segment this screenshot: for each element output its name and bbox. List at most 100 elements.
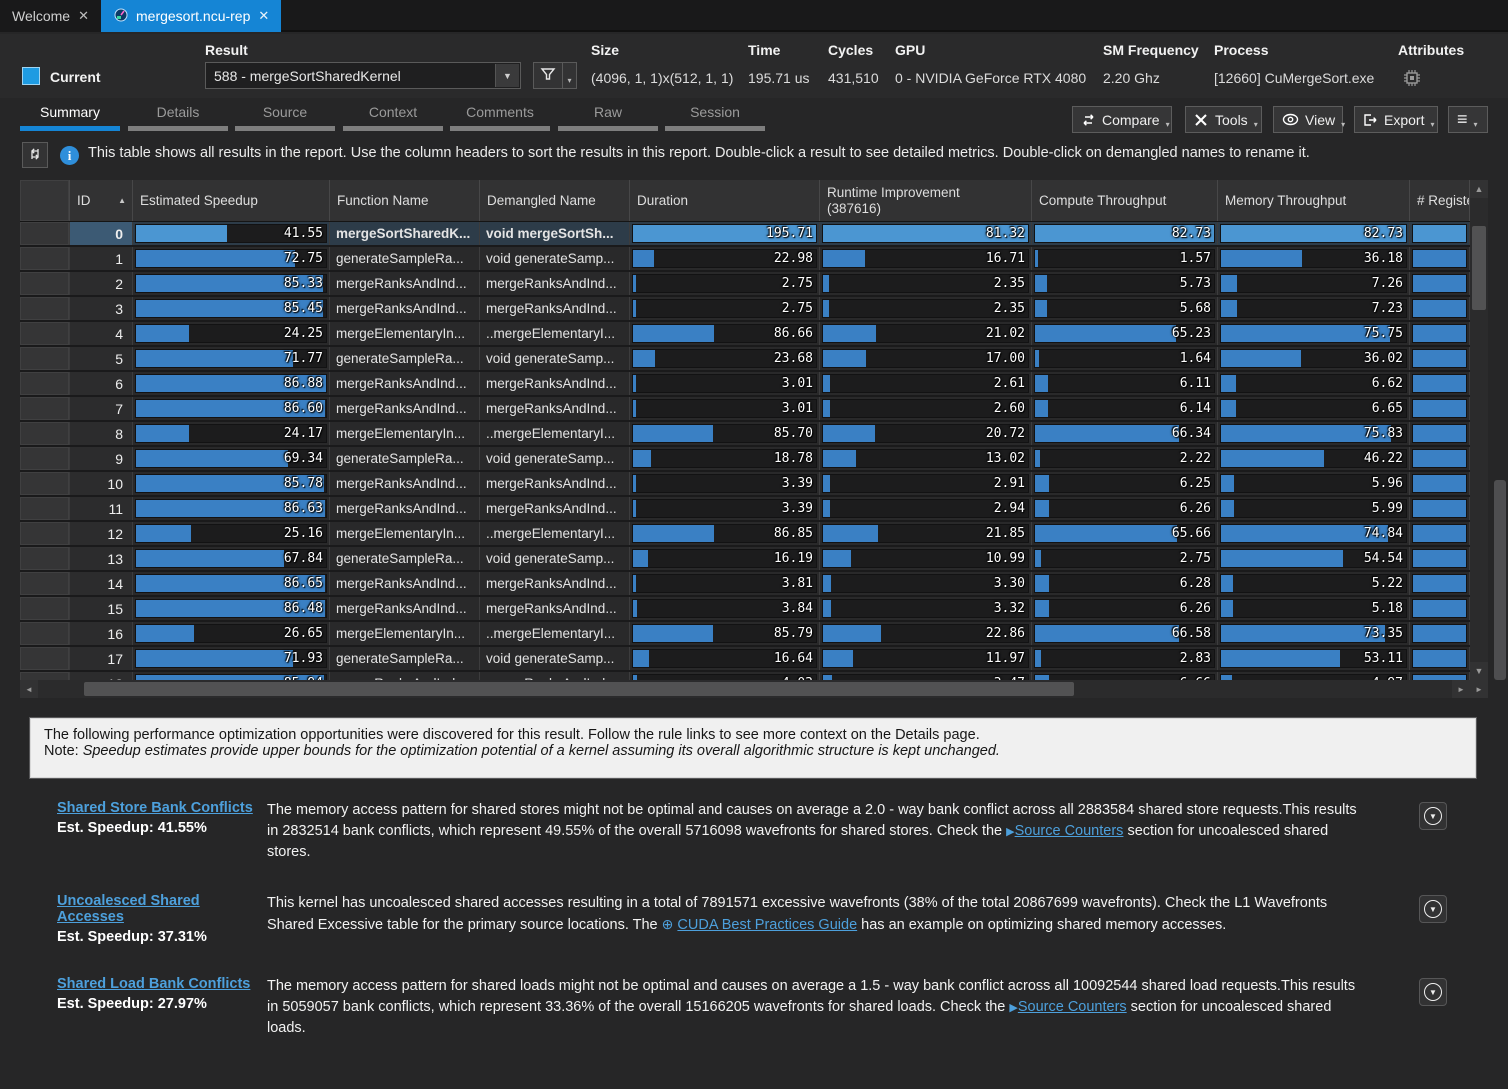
link-arrow-icon: ▶ <box>1009 1002 1017 1014</box>
column-header-registers[interactable]: # Registers <box>1410 180 1470 221</box>
row-handle[interactable] <box>20 447 70 470</box>
cell-memory-throughput-bar <box>1221 575 1233 592</box>
row-handle[interactable] <box>20 672 70 680</box>
column-header-id[interactable]: ID ▲ <box>70 180 133 221</box>
column-header-runtime-improvement[interactable]: Runtime Improvement (387616) <box>820 180 1032 221</box>
attributes-chip-icon[interactable] <box>1402 68 1422 91</box>
table-row[interactable]: 285.33mergeRanksAndInd...mergeRanksAndIn… <box>20 272 1470 297</box>
row-handle[interactable] <box>20 397 70 420</box>
cell-estimated-speedup-value: 71.93 <box>284 647 323 670</box>
export-button[interactable]: Export ▾ <box>1354 106 1438 133</box>
filter-button[interactable] <box>533 62 563 89</box>
tools-button[interactable]: Tools ▾ <box>1185 106 1262 133</box>
column-header-compute-throughput[interactable]: Compute Throughput <box>1032 180 1218 221</box>
filter-dropdown-icon[interactable]: ▾ <box>563 62 577 89</box>
horizontal-scrollbar[interactable]: ◄ ► <box>20 680 1470 698</box>
table-row[interactable]: 1186.63mergeRanksAndInd...mergeRanksAndI… <box>20 497 1470 522</box>
table-row[interactable]: 1085.78mergeRanksAndInd...mergeRanksAndI… <box>20 472 1470 497</box>
expand-advisory-button[interactable]: ▼ <box>1419 978 1447 1006</box>
row-handle[interactable] <box>20 322 70 345</box>
source-counters-link[interactable]: Source Counters <box>1015 823 1124 839</box>
source-counters-link[interactable]: Source Counters <box>1018 999 1127 1015</box>
scroll-right-icon[interactable]: ► <box>1452 680 1470 698</box>
tab-details[interactable]: Details <box>128 104 228 131</box>
table-row[interactable]: 1225.16mergeElementaryIn.....mergeElemen… <box>20 522 1470 547</box>
tab-comments[interactable]: Comments <box>450 104 550 131</box>
table-row[interactable]: 1885.94mergeRanksAndInd...mergeRanksAndI… <box>20 672 1470 680</box>
rule-link[interactable]: Shared Store Bank Conflicts <box>57 800 267 816</box>
table-row[interactable]: 571.77generateSampleRa...void generateSa… <box>20 347 1470 372</box>
row-handle[interactable] <box>20 472 70 495</box>
tab-report[interactable]: mergesort.ncu-rep ✕ <box>101 0 281 32</box>
cell-runtime-improvement-bar <box>823 250 865 267</box>
row-handle[interactable] <box>20 547 70 570</box>
row-handle[interactable] <box>20 497 70 520</box>
table-row[interactable]: 1771.93generateSampleRa...void generateS… <box>20 647 1470 672</box>
chevron-down-icon[interactable]: ▼ <box>495 64 519 87</box>
table-row[interactable]: 1486.65mergeRanksAndInd...mergeRanksAndI… <box>20 572 1470 597</box>
table-row[interactable]: 424.25mergeElementaryIn.....mergeElement… <box>20 322 1470 347</box>
row-handle[interactable] <box>20 522 70 545</box>
chevron-down-icon[interactable]: ▾ <box>1341 120 1345 132</box>
row-handle[interactable] <box>20 372 70 395</box>
close-icon[interactable]: ✕ <box>258 8 269 24</box>
rule-link[interactable]: Shared Load Bank Conflicts <box>57 976 267 992</box>
row-handle[interactable] <box>20 297 70 320</box>
chevron-down-icon[interactable]: ▾ <box>1474 120 1478 132</box>
column-header-function-name[interactable]: Function Name <box>330 180 480 221</box>
column-header-memory-throughput[interactable]: Memory Throughput <box>1218 180 1410 221</box>
tab-raw[interactable]: Raw <box>558 104 658 131</box>
view-button[interactable]: View ▾ <box>1273 106 1343 133</box>
chevron-down-icon[interactable]: ▾ <box>1430 120 1434 132</box>
transpose-table-button[interactable] <box>22 142 48 168</box>
compare-button[interactable]: Compare ▾ <box>1072 106 1172 133</box>
table-row[interactable]: 1367.84generateSampleRa...void generateS… <box>20 547 1470 572</box>
result-select[interactable]: 588 - mergeSortSharedKernel ▼ <box>205 62 521 89</box>
table-row[interactable]: 041.55mergeSortSharedK...void mergeSortS… <box>20 222 1470 247</box>
tab-welcome[interactable]: Welcome ✕ <box>0 0 101 32</box>
scroll-left-icon[interactable]: ◄ <box>20 680 38 698</box>
table-row[interactable]: 1586.48mergeRanksAndInd...mergeRanksAndI… <box>20 597 1470 622</box>
menu-button[interactable]: ≡ ▾ <box>1448 106 1488 133</box>
vertical-scrollbar-thumb[interactable] <box>1472 226 1486 310</box>
row-handle[interactable] <box>20 272 70 295</box>
column-header-estimated-speedup[interactable]: Estimated Speedup <box>133 180 330 221</box>
row-handle[interactable] <box>20 622 70 645</box>
table-row[interactable]: 824.17mergeElementaryIn.....mergeElement… <box>20 422 1470 447</box>
table-row[interactable]: 686.88mergeRanksAndInd...mergeRanksAndIn… <box>20 372 1470 397</box>
expand-advisory-button[interactable]: ▼ <box>1419 802 1447 830</box>
column-header-demangled-name[interactable]: Demangled Name <box>480 180 630 221</box>
table-row[interactable]: 969.34generateSampleRa...void generateSa… <box>20 447 1470 472</box>
row-handle[interactable] <box>20 647 70 670</box>
tab-source[interactable]: Source <box>235 104 335 131</box>
cuda-best-practices-link[interactable]: CUDA Best Practices Guide <box>677 917 857 933</box>
tab-session[interactable]: Session <box>665 104 765 131</box>
page-tab-strip: Summary Details Source Context Comments … <box>0 100 1508 138</box>
scroll-right-icon[interactable]: ► <box>1470 680 1488 698</box>
row-handle[interactable] <box>20 247 70 270</box>
expand-advisory-button[interactable]: ▼ <box>1419 895 1447 923</box>
row-handle[interactable] <box>20 347 70 370</box>
row-handle[interactable] <box>20 572 70 595</box>
row-handle[interactable] <box>20 222 70 245</box>
chevron-down-icon[interactable]: ▾ <box>1166 120 1170 132</box>
row-handle[interactable] <box>20 597 70 620</box>
tab-summary[interactable]: Summary <box>20 104 120 131</box>
table-row[interactable]: 172.75generateSampleRa...void generateSa… <box>20 247 1470 272</box>
chevron-down-icon[interactable]: ▾ <box>1254 120 1258 132</box>
table-row[interactable]: 385.45mergeRanksAndInd...mergeRanksAndIn… <box>20 297 1470 322</box>
rule-link[interactable]: Uncoalesced Shared Accesses <box>57 893 267 925</box>
vertical-scrollbar[interactable]: ▲ ▼ <box>1470 180 1488 680</box>
window-scrollbar-thumb[interactable] <box>1494 480 1506 680</box>
scroll-up-icon[interactable]: ▲ <box>1470 180 1488 198</box>
row-handle[interactable] <box>20 422 70 445</box>
column-header-duration[interactable]: Duration <box>630 180 820 221</box>
scroll-down-icon[interactable]: ▼ <box>1470 662 1488 680</box>
table-row[interactable]: 786.60mergeRanksAndInd...mergeRanksAndIn… <box>20 397 1470 422</box>
close-icon[interactable]: ✕ <box>78 8 89 24</box>
horizontal-scrollbar-thumb[interactable] <box>84 682 1074 696</box>
tab-context[interactable]: Context <box>343 104 443 131</box>
table-row[interactable]: 1626.65mergeElementaryIn.....mergeElemen… <box>20 622 1470 647</box>
cell-duration-value: 23.68 <box>774 347 813 370</box>
cell-estimated-speedup-bar <box>136 250 295 267</box>
